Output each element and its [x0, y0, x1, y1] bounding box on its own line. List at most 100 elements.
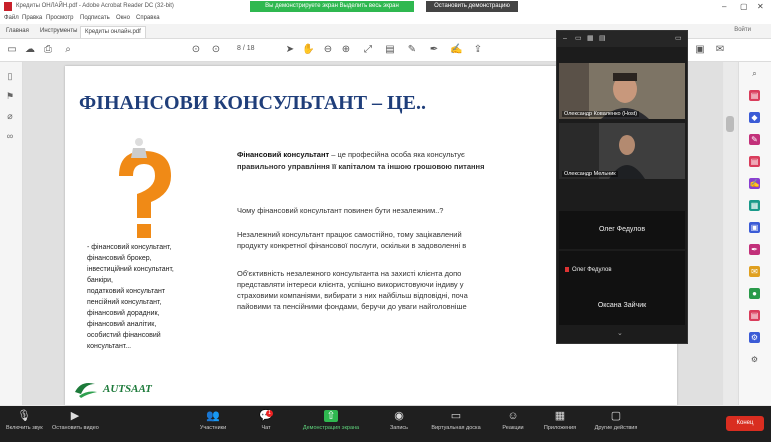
stop-share-button[interactable]: Остановить демонстрацию [426, 1, 518, 12]
whiteboard-icon: ▭ [450, 410, 462, 422]
signin-link[interactable]: Войти [734, 27, 751, 33]
right-tools-rail: ⌕ ▤ ◆ ✎ ▤ ✍ ▦ ▣ ✒ ✉ ● ▤ ⚙ ⚙ [738, 62, 771, 405]
end-meeting-button[interactable]: Конец [726, 416, 764, 431]
apps-button[interactable]: ▦ Приложения [540, 410, 580, 431]
menu-file[interactable]: Файл [4, 15, 19, 21]
gallery-view-icon[interactable]: ▦ [587, 35, 594, 42]
paragraph-line: Незалежний консультант працює самостійно… [237, 230, 462, 239]
menu-window[interactable]: Окно [116, 15, 130, 21]
acrobat-app-icon [4, 2, 12, 11]
logo-text: AUTSAAT [103, 383, 152, 395]
more-label: Другие действия [594, 425, 638, 431]
page-current[interactable]: 8 [237, 45, 241, 52]
share-label: Демонстрация экрана [302, 425, 360, 431]
select-cursor-icon[interactable]: ➤ [284, 44, 296, 56]
definition-text: – це професійна особа яка консультує [329, 150, 465, 159]
participant-tile[interactable]: Олег Федулов [559, 211, 685, 249]
minimize-icon[interactable]: – [722, 2, 726, 11]
record-button[interactable]: ◉ Запись [384, 410, 414, 431]
paragraph-line: представляти інтереси клієнта, успішно в… [237, 280, 464, 289]
stop-video-button[interactable]: ▶ Остановить видео [52, 410, 99, 431]
record-label: Запись [389, 425, 409, 431]
menu-help[interactable]: Справка [136, 15, 160, 21]
minimize-panel-icon[interactable]: – [563, 35, 570, 42]
tab-home[interactable]: Главная [2, 26, 33, 37]
mail-icon[interactable]: ✉ [714, 44, 726, 56]
hand-icon[interactable]: ✋ [302, 44, 314, 56]
list-item: фінансовий дорадник, [87, 310, 160, 317]
video-tile-participant[interactable]: Олександр Мельник [559, 123, 685, 179]
list-item: фінансовий брокер, [87, 255, 152, 262]
comment-tool-icon[interactable]: ✉ [749, 266, 760, 277]
print-icon[interactable]: ⎙ [42, 44, 54, 56]
paragraph-line: продукту конкретної фінансової послуги, … [237, 241, 467, 250]
bookmarks-icon[interactable]: ⚑ [4, 90, 16, 102]
whiteboard-button[interactable]: ▭ Виртуальная доска [424, 410, 488, 431]
scrollbar-thumb[interactable] [726, 116, 734, 132]
window-title: Кредиты ОНЛАЙН.pdf - Adobe Acrobat Reade… [16, 3, 174, 9]
links-icon[interactable]: ∞ [4, 130, 16, 142]
settings-tool-icon[interactable]: ⚙ [749, 354, 760, 365]
comment-icon[interactable]: ▤ [384, 44, 396, 56]
reactions-button[interactable]: ☺ Реакции [498, 410, 528, 431]
participants-button[interactable]: 👥 Участники [196, 410, 230, 431]
save-icon[interactable]: ▭ [6, 44, 18, 56]
video-tile-host[interactable]: Олександр Коваленко (Host) [559, 63, 685, 119]
organize-pages-icon[interactable]: ▦ [749, 200, 760, 211]
fill-sign-icon[interactable]: ✍ [749, 178, 760, 189]
participant-tile[interactable]: Оксана Зайчик [559, 287, 685, 325]
sign-icon[interactable]: ✍ [450, 44, 462, 56]
request-signature-icon[interactable]: ✒ [749, 244, 760, 255]
share-doc-icon[interactable]: ⇪ [472, 44, 484, 56]
upload-icon[interactable]: ☁ [24, 44, 36, 56]
page-indicator[interactable]: 8 / 18 [237, 45, 255, 52]
speaker-view-icon[interactable]: ▭ [575, 35, 582, 42]
combine-files-icon[interactable]: ▣ [749, 222, 760, 233]
send-track-icon[interactable]: ● [749, 288, 760, 299]
tab-tools[interactable]: Инструменты [36, 26, 81, 37]
page-up-icon[interactable]: ⊙ [190, 44, 202, 56]
maximize-icon[interactable]: ▢ [740, 2, 748, 11]
share-screen-button[interactable]: ⇧ Демонстрация экрана [298, 410, 364, 431]
bookmark-icon[interactable]: ▣ [694, 44, 706, 56]
search-tool-icon[interactable]: ⌕ [749, 68, 760, 79]
participant-tile-muted[interactable]: Олег Федулов [559, 251, 685, 289]
logo-swoosh-icon [75, 383, 97, 398]
definition-term: Фінансовий консультант [237, 150, 330, 159]
pages-icon[interactable]: ▯ [4, 70, 16, 82]
reaction-icon: ☺ [507, 410, 519, 422]
fit-page-icon[interactable]: ⤢ [362, 44, 374, 56]
zoom-out-icon[interactable]: ⊖ [322, 44, 334, 56]
menu-view[interactable]: Просмотр [46, 15, 73, 21]
pen-icon[interactable]: ✒ [428, 44, 440, 56]
zoom-video-panel: – ▭ ▦ ▤ ▭ Олександр Коваленко (Host) Оле… [556, 30, 688, 344]
more-icon: ▢ [610, 410, 622, 422]
edit-pdf-icon[interactable]: ✎ [749, 134, 760, 145]
window-titlebar: Кредиты ОНЛАЙН.pdf - Adobe Acrobat Reade… [0, 0, 771, 14]
close-icon[interactable]: ✕ [757, 2, 764, 11]
screen-share-banner[interactable]: Вы демонстрируете экран Выделить весь эк… [250, 1, 414, 12]
independence-question: Чому фінансовий консультант повинен бути… [237, 206, 444, 215]
protect-icon[interactable]: ◆ [749, 112, 760, 123]
zoom-in-icon[interactable]: ⊕ [340, 44, 352, 56]
compress-icon[interactable]: ▤ [749, 310, 760, 321]
chat-button[interactable]: 💬 1 Чат [254, 410, 278, 431]
more-actions-button[interactable]: ▢ Другие действия [588, 410, 644, 431]
consultant-types-list: - фінансовий консультант, фінансовий бро… [87, 242, 205, 352]
export-pdf-icon[interactable]: ▤ [749, 90, 760, 101]
tab-document[interactable]: Кредиты онлайн.pdf [80, 26, 146, 38]
create-pdf-icon[interactable]: ▤ [749, 156, 760, 167]
vertical-scrollbar[interactable] [724, 62, 736, 405]
chevron-down-icon[interactable]: ⌄ [617, 329, 623, 337]
page-down-icon[interactable]: ⊙ [210, 44, 222, 56]
search-icon[interactable]: ⌕ [62, 44, 74, 56]
camera-icon: ▶ [70, 410, 80, 422]
highlight-icon[interactable]: ✎ [406, 44, 418, 56]
menu-sign[interactable]: Подписать [80, 15, 110, 21]
panel-options-icon[interactable]: ▭ [675, 35, 682, 42]
grid-view-icon[interactable]: ▤ [599, 35, 606, 42]
attachments-icon[interactable]: ⌀ [4, 110, 16, 122]
mute-button[interactable]: 🎙 Включить звук [6, 410, 43, 431]
more-tools-icon[interactable]: ⚙ [749, 332, 760, 343]
menu-edit[interactable]: Правка [22, 15, 42, 21]
